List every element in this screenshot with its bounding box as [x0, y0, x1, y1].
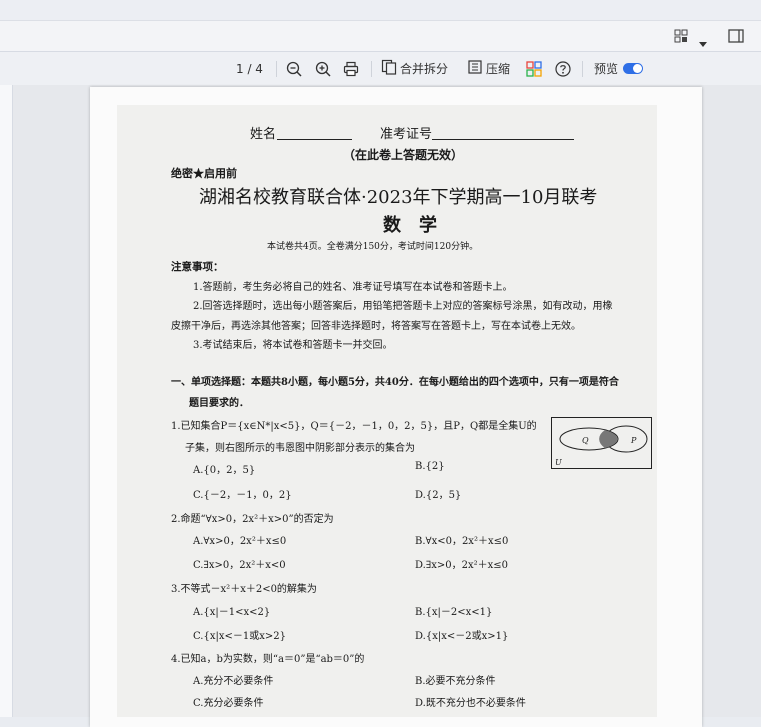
- q2-option-c: C.∃x>0，2x²＋x<0: [193, 560, 286, 571]
- exam-info: 本试卷共4页。全卷满分150分，考试时间120分钟。: [267, 242, 479, 252]
- question-1-continued: 子集，则右图所示的韦恩图中阴影部分表示的集合为: [185, 443, 415, 454]
- merge-split-button[interactable]: 合并拆分: [381, 52, 448, 85]
- panel-toggle-icon[interactable]: [728, 28, 744, 47]
- venn-label-p: P: [630, 436, 637, 445]
- question-2: 2.命题“∀x>0，2x²＋x>0”的否定为: [171, 514, 334, 525]
- invalid-notice: （在此卷上答题无效）: [343, 148, 464, 162]
- q2-option-b: B.∀x<0，2x²＋x≤0: [415, 536, 509, 547]
- q3-option-a: A.{x|－1<x<2}: [193, 607, 271, 618]
- q2-option-d: D.∃x>0，2x²＋x≤0: [415, 560, 509, 571]
- window-top-band: [0, 0, 761, 21]
- secret-mark: 绝密★启用前: [171, 167, 237, 180]
- q1-option-b: B.{2}: [415, 461, 445, 472]
- scanned-exam-page: 姓名 准考证号 （在此卷上答题无效） 绝密★启用前 湖湘名校教育联合体·2023…: [117, 105, 657, 717]
- chevron-down-icon[interactable]: [698, 33, 708, 52]
- question-4: 4.已知a，b为实数，则“a＝0”是“ab＝0”的: [171, 654, 365, 665]
- note-3: 3.考试结束后，将本试卷和答题卡一并交回。: [193, 340, 393, 351]
- toolbar-divider: [582, 61, 583, 77]
- name-field-label: 姓名: [250, 127, 277, 142]
- grid-view-icon[interactable]: [674, 28, 688, 47]
- note-1: 1.答题前，考生务必将自己的姓名、准考证号填写在本试卷和答题卡上。: [193, 282, 513, 293]
- q3-option-b: B.{x|－2<x<1}: [415, 607, 493, 618]
- compress-label: 压缩: [486, 62, 511, 76]
- question-1: 1.已知集合P＝{x∈N*|x<5}，Q＝{－2，－1，0，2，5}，且P，Q都…: [171, 421, 537, 432]
- preview-label: 预览: [594, 62, 619, 76]
- q4-option-a: A.充分不必要条件: [193, 676, 274, 687]
- subject-title: 数 学: [383, 215, 437, 236]
- q3-option-c: C.{x|x<－1或x>2}: [193, 631, 286, 642]
- venn-label-q: Q: [582, 436, 589, 445]
- venn-diagram: Q P U: [551, 417, 652, 469]
- merge-split-icon: [381, 59, 397, 78]
- compress-button[interactable]: 压缩: [467, 52, 510, 85]
- compress-icon: [467, 59, 483, 78]
- apps-grid-icon[interactable]: [526, 52, 542, 85]
- toolbar-divider: [276, 61, 277, 77]
- secondary-bar: [0, 21, 761, 52]
- q1-option-a: A.{0，2，5}: [193, 465, 256, 476]
- note-2: 2.回答选择题时，选出每小题答案后，用铅笔把答题卡上对应的答案标号涂黑，如有改动…: [193, 301, 613, 312]
- section-1-heading: 一、单项选择题：本题共8小题，每小题5分，共40分．在每小题给出的四个选项中，只…: [171, 377, 619, 388]
- q1-option-c: C.{－2，－1，0，2}: [193, 490, 292, 501]
- q4-option-c: C.充分必要条件: [193, 698, 264, 709]
- q4-option-b: B.必要不充分条件: [415, 676, 496, 687]
- left-side-panel: [0, 52, 13, 717]
- zoom-in-icon[interactable]: [315, 52, 331, 85]
- note-2-continued: 皮擦干净后，再选涂其他答案；回答非选择题时，将答案写在答题卡上，写在本试卷上无效…: [171, 321, 581, 332]
- print-icon[interactable]: [343, 52, 359, 85]
- question-3: 3.不等式－x²＋x＋2<0的解集为: [171, 584, 317, 595]
- exam-id-label: 准考证号: [380, 127, 433, 142]
- preview-switch[interactable]: [623, 63, 644, 74]
- q1-option-d: D.{2，5}: [415, 490, 462, 501]
- toolbar-divider: [371, 61, 372, 77]
- exam-id-underline: [432, 139, 574, 140]
- exam-title: 湖湘名校教育联合体·2023年下学期高一10月联考: [199, 187, 598, 208]
- name-underline: [277, 139, 352, 140]
- q4-option-d: D.既不充分也不必要条件: [415, 698, 526, 709]
- section-1-heading-continued: 题目要求的．: [189, 398, 249, 409]
- help-icon[interactable]: [555, 52, 571, 85]
- notes-heading: 注意事项：: [171, 261, 224, 273]
- merge-split-label: 合并拆分: [400, 62, 449, 76]
- page-indicator[interactable]: 1 / 4: [236, 52, 263, 85]
- pdf-toolbar: 1 / 4 合并拆分 压缩 预览: [0, 52, 761, 85]
- q2-option-a: A.∀x>0，2x²＋x≤0: [193, 536, 287, 547]
- q3-option-d: D.{x|x<－2或x>1}: [415, 631, 509, 642]
- zoom-out-icon[interactable]: [286, 52, 302, 85]
- venn-label-u: U: [555, 458, 562, 467]
- preview-toggle[interactable]: 预览: [594, 52, 644, 85]
